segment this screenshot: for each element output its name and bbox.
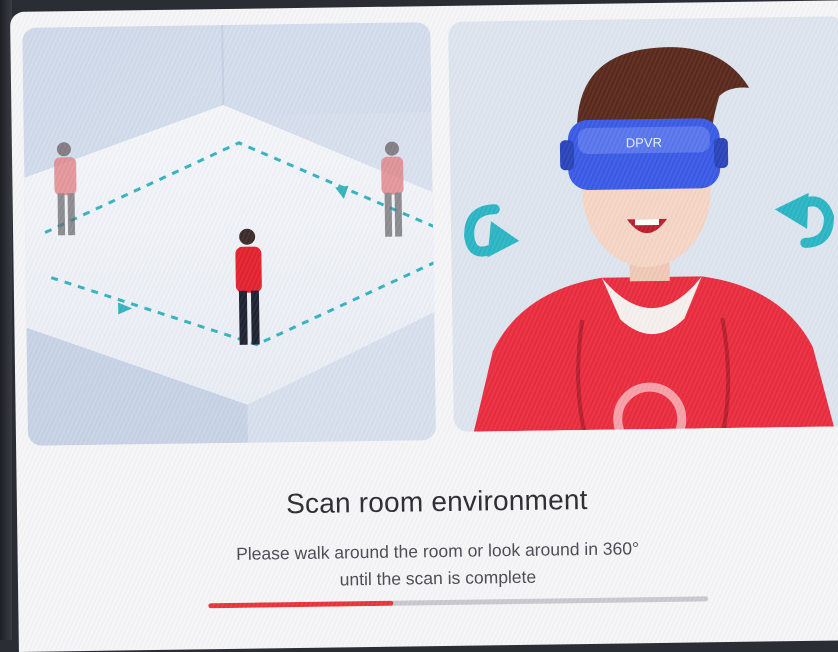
scan-instructions: Please walk around the room or look arou… xyxy=(17,532,838,598)
look-around-illustration: DPVR xyxy=(448,16,838,432)
headset-brand-label: DPVR xyxy=(626,135,662,151)
scan-progress-bar xyxy=(208,596,709,609)
room-walk-illustration xyxy=(22,22,437,446)
room-walk-svg xyxy=(22,22,437,446)
page-title: Scan room environment xyxy=(285,483,588,520)
look-around-svg: DPVR xyxy=(448,16,838,432)
vr-headset: DPVR xyxy=(559,118,729,190)
scan-progress-fill xyxy=(208,600,394,609)
scan-room-screen: DPVR Scan room environment Please walk a… xyxy=(10,0,838,652)
